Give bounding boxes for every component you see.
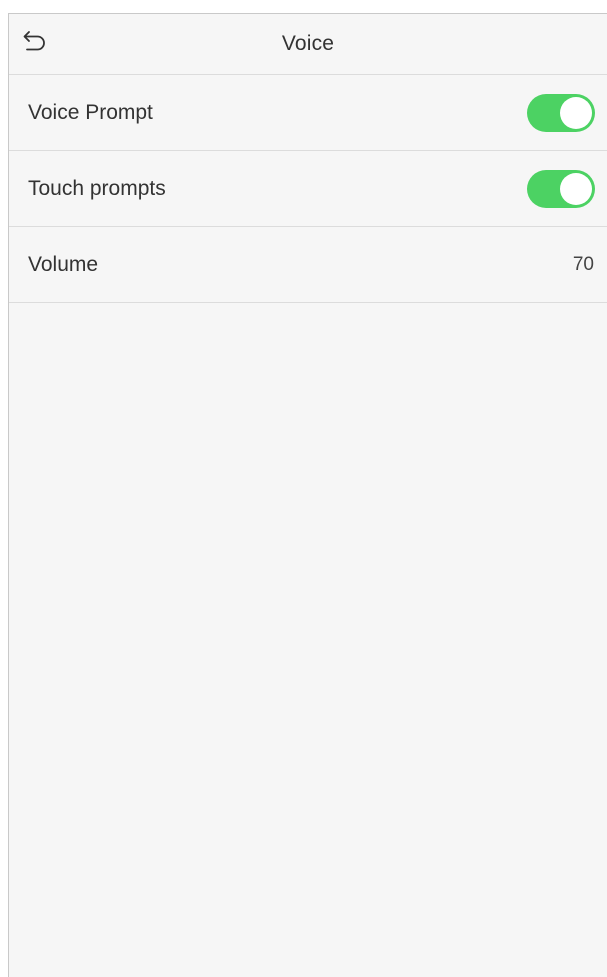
back-button[interactable] (19, 26, 51, 58)
header-bar: Voice (9, 14, 607, 75)
page-title: Voice (281, 32, 335, 55)
volume-value: 70 (572, 253, 594, 275)
back-arrow-icon (22, 29, 48, 56)
setting-row-touch-prompts[interactable]: Touch prompts (9, 151, 607, 227)
voice-prompt-label: Voice Prompt (28, 100, 153, 124)
toggle-knob (560, 172, 592, 205)
voice-prompt-toggle[interactable] (527, 93, 595, 132)
toggle-knob (560, 96, 592, 129)
voice-settings-screen: Voice Voice Prompt Touch prompts Volume … (8, 13, 607, 977)
touch-prompts-toggle[interactable] (527, 169, 595, 208)
volume-label: Volume (28, 252, 99, 276)
setting-row-voice-prompt[interactable]: Voice Prompt (9, 75, 607, 151)
touch-prompts-label: Touch prompts (28, 176, 166, 200)
setting-row-volume[interactable]: Volume 70 (9, 227, 607, 303)
